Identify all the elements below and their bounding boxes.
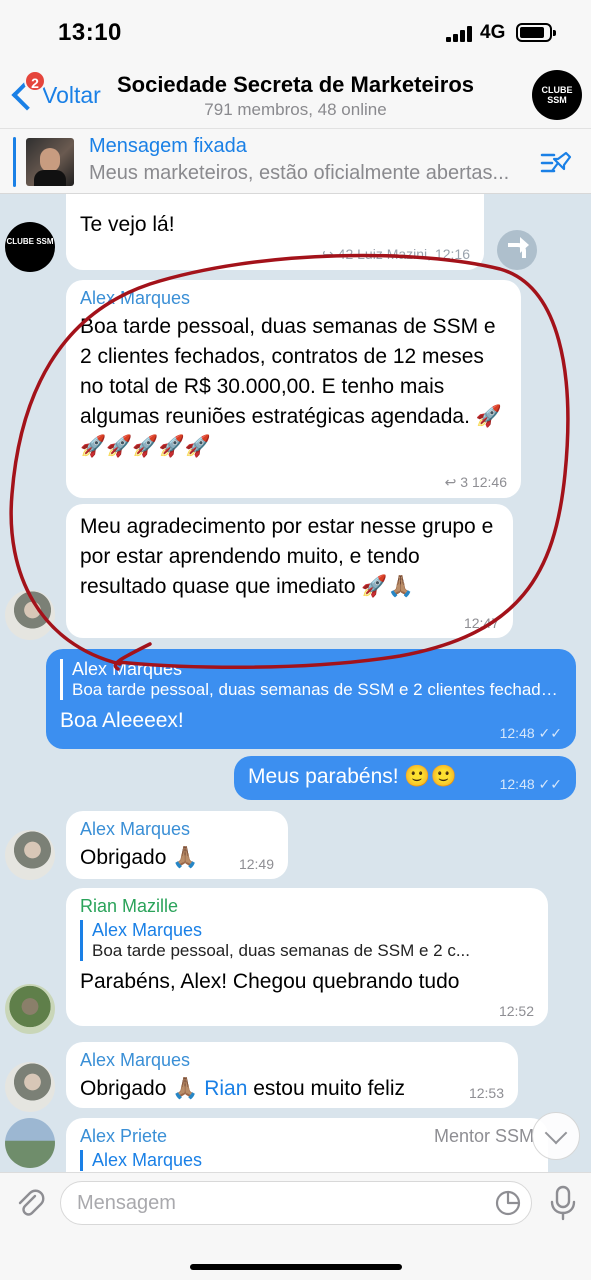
message-meta: 12:48 ✓✓ — [499, 776, 562, 792]
reply-quote[interactable]: Alex Marques — [80, 1150, 534, 1171]
avatar[interactable]: CLUBE SSM — [5, 222, 55, 272]
sticker-icon[interactable] — [494, 1189, 522, 1217]
message-text: Obrigado 🙏🏽 Rian estou muito feliz — [80, 1074, 504, 1104]
sender-name[interactable]: Alex Marques — [80, 1050, 504, 1071]
chat-subtitle: 791 membros, 48 online — [204, 100, 387, 119]
group-avatar[interactable]: CLUBE SSM — [532, 70, 582, 120]
quote-text: Boa tarde pessoal, duas semanas de SSM e… — [72, 680, 562, 699]
sender-name[interactable]: Rian Mazille — [80, 896, 534, 917]
message-meta: 12:53 — [468, 1085, 504, 1101]
message-bubble[interactable]: Alex Marques Boa tarde pessoal, duas sem… — [66, 280, 521, 498]
pinned-indicator — [13, 137, 16, 187]
member-role: Mentor SSM — [433, 1126, 534, 1146]
message-text: Boa Aleeeex! — [60, 709, 184, 732]
message-meta: 12:49 — [238, 856, 274, 872]
message-bubble[interactable]: Te vejo lá! ↪ 42 Luiz Mazini, 12:16 — [66, 194, 484, 270]
message-bubble-outgoing[interactable]: Meus parabéns! 🙂🙂 12:48 ✓✓ — [234, 756, 576, 800]
message-text-part: Obrigado 🙏🏽 — [80, 1077, 205, 1100]
message-meta: 12:47 — [463, 615, 499, 631]
sender-name[interactable]: Alex Marques — [80, 288, 507, 309]
composer-bar — [0, 1172, 591, 1280]
avatar[interactable] — [5, 590, 55, 640]
pinned-thumbnail — [26, 138, 74, 186]
pinned-message-bar[interactable]: Mensagem fixada Meus marketeiros, estão … — [0, 128, 591, 194]
pinned-list-icon[interactable] — [540, 149, 572, 177]
share-icon[interactable] — [497, 230, 537, 270]
paperclip-icon[interactable] — [14, 1187, 46, 1219]
message-text: Boa tarde pessoal, duas semanas de SSM e… — [80, 315, 502, 458]
status-bar: 13:10 4G — [0, 0, 591, 62]
message-text: Te vejo lá! — [80, 213, 175, 236]
pinned-text: Meus marketeiros, estão oficialmente abe… — [89, 162, 510, 184]
status-time: 13:10 — [58, 19, 122, 46]
message-bubble[interactable]: Alex Marques Obrigado 🙏🏽 Rian estou muit… — [66, 1042, 518, 1108]
quote-text: Boa tarde pessoal, duas semanas de SSM e… — [92, 941, 470, 960]
chevron-down-icon — [544, 1121, 568, 1145]
battery-icon — [516, 23, 556, 42]
message-meta: 12:48 ✓✓ — [499, 725, 562, 741]
message-meta: 12:52 — [498, 1003, 534, 1019]
message-bubble[interactable]: Alex Priete Mentor SSM Alex Marques — [66, 1118, 548, 1172]
scroll-down-button[interactable] — [532, 1112, 580, 1160]
reply-quote[interactable]: Alex Marques Boa tarde pessoal, duas sem… — [60, 659, 562, 700]
message-meta: ↪ 42 Luiz Mazini, 12:16 — [322, 246, 470, 262]
sender-name[interactable]: Alex Marques — [80, 819, 274, 840]
avatar[interactable] — [5, 1118, 55, 1168]
avatar[interactable] — [5, 830, 55, 880]
network-type: 4G — [480, 22, 506, 43]
message-text: Parabéns, Alex! Chegou quebrando tudo — [80, 970, 460, 993]
message-text-part: estou muito feliz — [247, 1077, 405, 1100]
chat-title[interactable]: Sociedade Secreta de Marketeiros — [0, 72, 591, 98]
sender-name-text: Alex Priete — [80, 1126, 168, 1146]
pinned-title: Mensagem fixada — [89, 135, 247, 157]
message-bubble[interactable]: Meu agradecimento por estar nesse grupo … — [66, 504, 513, 638]
home-indicator — [190, 1264, 402, 1270]
message-input[interactable] — [60, 1181, 532, 1225]
message-bubble[interactable]: Rian Mazille Alex Marques Boa tarde pess… — [66, 888, 548, 1026]
reply-quote[interactable]: Alex Marques Boa tarde pessoal, duas sem… — [80, 920, 534, 961]
quote-name: Alex Marques — [92, 1150, 203, 1170]
quote-name: Alex Marques — [92, 920, 203, 940]
mention-link[interactable]: Rian — [204, 1077, 247, 1100]
message-list[interactable]: CLUBE SSM Te vejo lá! ↪ 42 Luiz Mazini, … — [0, 194, 591, 1172]
quote-name: Alex Marques — [72, 659, 183, 679]
message-bubble[interactable]: Alex Marques Obrigado 🙏🏽 12:49 — [66, 811, 288, 879]
avatar[interactable] — [5, 1062, 55, 1112]
message-bubble-outgoing[interactable]: Alex Marques Boa tarde pessoal, duas sem… — [46, 649, 576, 749]
microphone-icon[interactable] — [548, 1185, 578, 1221]
avatar[interactable] — [5, 984, 55, 1034]
message-text: Meu agradecimento por estar nesse grupo … — [80, 515, 494, 598]
message-meta: ↩ 3 12:46 — [444, 474, 507, 490]
chat-header: Voltar 2 Sociedade Secreta de Marketeiro… — [0, 62, 591, 128]
signal-icon — [446, 26, 474, 42]
